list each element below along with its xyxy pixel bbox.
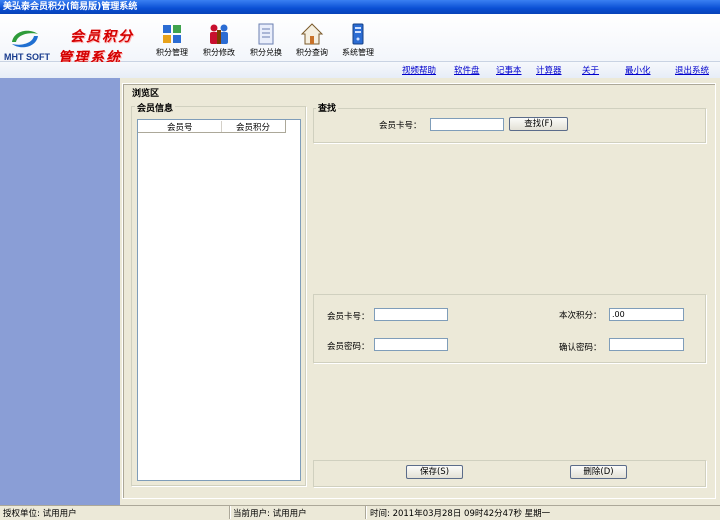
status-divider: [365, 506, 366, 519]
toolbar-points-exchange-button[interactable]: 积分兑换: [244, 22, 288, 62]
link-about[interactable]: 关于: [582, 64, 599, 76]
points-label: 本次积分：: [559, 311, 602, 321]
search-button[interactable]: 查找(F): [509, 117, 568, 131]
toolbar-points-query-button[interactable]: 积分查询: [290, 22, 334, 62]
browse-label: 浏览区: [130, 86, 162, 99]
toolbar-label: 积分管理: [156, 48, 188, 57]
search-card-label: 会员卡号：: [379, 121, 422, 131]
link-notepad[interactable]: 记事本: [496, 64, 522, 76]
confirm-password-input[interactable]: [609, 338, 684, 351]
link-calculator[interactable]: 计算器: [536, 64, 562, 76]
logo-title-line1: 会员积分: [70, 29, 134, 45]
link-exit[interactable]: 退出系统: [675, 64, 709, 76]
window-title: 美弘泰会员积分(简易版)管理系统: [0, 0, 720, 14]
toolbar-points-management-button[interactable]: 积分管理: [150, 22, 194, 62]
link-video-help[interactable]: 视频帮助: [402, 64, 436, 76]
server-icon: [352, 23, 364, 45]
link-soft-keyboard[interactable]: 软件盘: [454, 64, 480, 76]
link-minimize[interactable]: 最小化: [625, 64, 651, 76]
toolbar-label: 积分兑换: [250, 48, 282, 57]
grid-icon: [163, 25, 181, 43]
column-header-member-no[interactable]: 会员号: [167, 121, 193, 133]
save-button[interactable]: 保存(S): [406, 465, 463, 479]
people-icon: [210, 24, 228, 44]
toolbar-label: 系统管理: [342, 48, 374, 57]
password-label: 会员密码：: [327, 342, 370, 352]
left-panel: [0, 78, 120, 505]
member-form-group: [313, 294, 706, 363]
toolbar-system-management-button[interactable]: 系统管理: [336, 22, 380, 62]
logo-icon: [8, 26, 42, 52]
status-org: 授权单位: 试用用户: [3, 509, 77, 519]
column-divider: [221, 121, 222, 132]
member-info-label: 会员信息: [135, 101, 176, 114]
card-no-input[interactable]: [374, 308, 448, 321]
delete-button[interactable]: 删除(D): [570, 465, 627, 479]
status-divider: [229, 506, 230, 519]
search-label: 查找: [316, 101, 339, 114]
card-no-label: 会员卡号：: [327, 312, 370, 322]
toolbar-label: 积分查询: [296, 48, 328, 57]
document-icon: [258, 23, 274, 45]
member-list[interactable]: [137, 119, 301, 481]
action-group: [313, 460, 706, 487]
points-input[interactable]: .00: [609, 308, 684, 321]
column-divider: [285, 120, 286, 133]
home-icon: [300, 23, 324, 45]
status-bar: [0, 505, 720, 520]
brand-text: MHT SOFT: [4, 52, 50, 62]
link-bar: [0, 62, 720, 78]
toolbar-label: 积分修改: [203, 48, 235, 57]
search-card-input[interactable]: [430, 118, 504, 131]
password-input[interactable]: [374, 338, 448, 351]
status-user: 当前用户: 试用用户: [233, 509, 307, 519]
confirm-password-label: 确认密码：: [559, 343, 602, 353]
toolbar-points-edit-button[interactable]: 积分修改: [197, 22, 241, 62]
column-header-member-points[interactable]: 会员积分: [236, 121, 270, 133]
status-time: 时间: 2011年03月28日 09时42分47秒 星期一: [370, 509, 551, 519]
